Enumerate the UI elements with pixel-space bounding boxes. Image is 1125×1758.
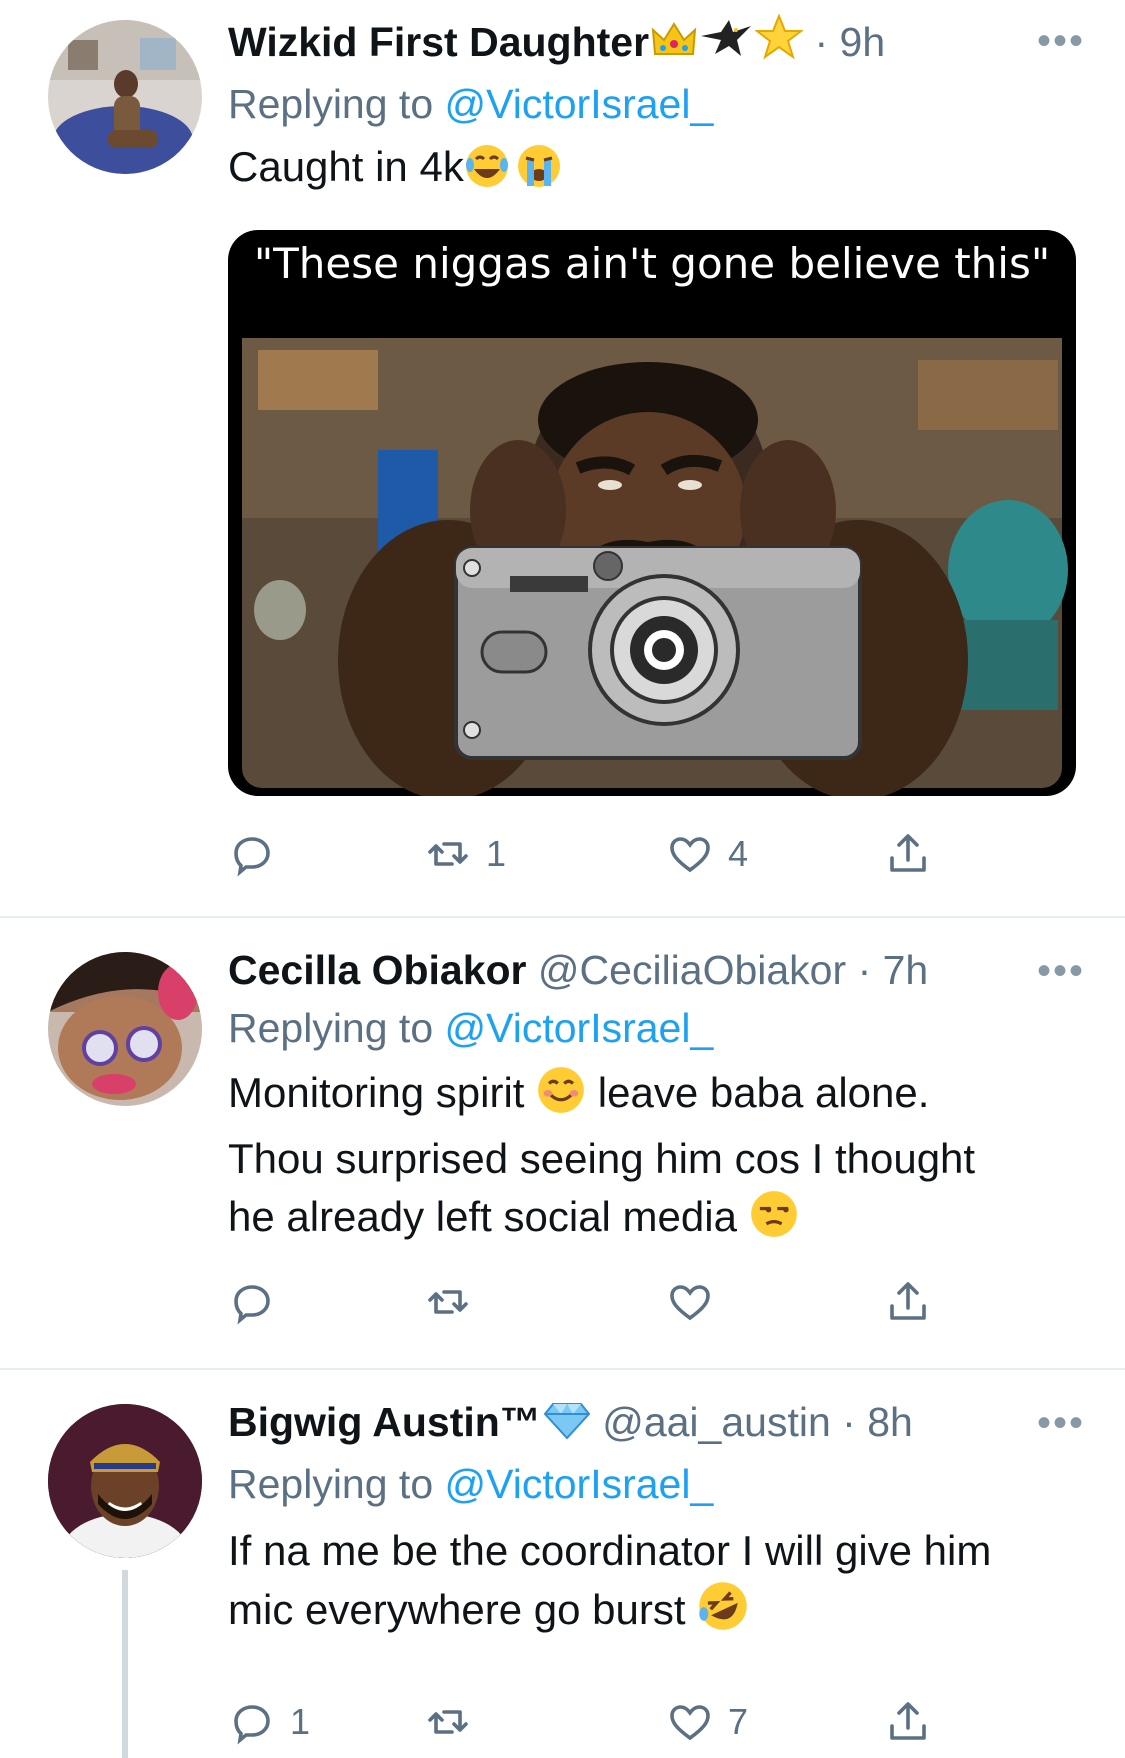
star-emoji-icon bbox=[754, 13, 805, 72]
reply-icon bbox=[234, 837, 270, 877]
tweet-header: Cecilla Obiakor @CeciliaObiakor · 7h bbox=[228, 944, 1085, 996]
avatar[interactable] bbox=[48, 20, 202, 174]
laughing-crying-emoji-icon bbox=[464, 143, 510, 204]
like-count: 7 bbox=[728, 1701, 749, 1742]
reply-button[interactable] bbox=[228, 826, 290, 882]
avatar[interactable] bbox=[48, 952, 202, 1106]
retweet-icon bbox=[428, 1710, 468, 1734]
retweet-icon bbox=[428, 842, 468, 866]
share-button[interactable] bbox=[884, 1274, 932, 1330]
heart-icon bbox=[670, 1285, 710, 1321]
replying-label: Replying to bbox=[228, 81, 434, 127]
reply-icon bbox=[234, 1705, 270, 1745]
smiling-face-emoji-icon bbox=[536, 1065, 586, 1130]
retweet-button[interactable] bbox=[424, 1694, 486, 1750]
share-button[interactable] bbox=[884, 1694, 932, 1750]
like-count: 4 bbox=[728, 833, 749, 874]
display-name[interactable]: Bigwig Austin™ bbox=[228, 1399, 541, 1445]
tweet-time[interactable]: · 7h bbox=[858, 947, 929, 993]
replying-label: Replying to bbox=[228, 1005, 434, 1051]
tweet-text-line: Thou surprised seeing him cos I thought bbox=[228, 1135, 976, 1182]
tweet-text-line: Monitoring spirit bbox=[228, 1069, 525, 1116]
reply-button[interactable] bbox=[228, 1274, 290, 1330]
tweet-text: Caught in 4k bbox=[228, 138, 1085, 204]
like-button[interactable] bbox=[666, 1274, 728, 1330]
tweet-text: If na me be the coordinator I will give … bbox=[228, 1522, 1085, 1647]
tweet-actions bbox=[228, 1274, 948, 1330]
handle[interactable]: @aai_austin bbox=[602, 1399, 831, 1445]
avatar[interactable] bbox=[48, 1404, 202, 1558]
heart-icon bbox=[670, 1705, 710, 1741]
like-button[interactable]: 7 bbox=[666, 1694, 748, 1750]
replying-mention-link[interactable]: @VictorIsrael_ bbox=[445, 1005, 714, 1051]
more-options-button[interactable]: ••• bbox=[1037, 21, 1085, 61]
like-button[interactable]: 4 bbox=[666, 826, 748, 882]
tweet-text-content: Caught in 4k bbox=[228, 143, 464, 190]
tweet-text-line: leave baba alone. bbox=[597, 1069, 930, 1116]
tweet-3[interactable]: Bigwig Austin™ @aai_austin · 8h Replying… bbox=[0, 1370, 1125, 1758]
replying-to: Replying to @VictorIsrael_ bbox=[228, 1458, 1085, 1510]
tweet-actions: 1 7 bbox=[228, 1694, 948, 1750]
more-options-button[interactable]: ••• bbox=[1037, 1403, 1085, 1443]
handle[interactable]: @CeciliaObiakor bbox=[538, 947, 846, 993]
share-button[interactable] bbox=[884, 826, 932, 882]
retweet-button[interactable]: 1 bbox=[424, 826, 506, 882]
more-options-button[interactable]: ••• bbox=[1037, 951, 1085, 991]
tweet-text-line: If na me be the coordinator I will give … bbox=[228, 1527, 992, 1574]
gem-emoji-icon bbox=[543, 1400, 591, 1452]
reply-button[interactable]: 1 bbox=[228, 1694, 310, 1750]
reply-icon bbox=[234, 1285, 270, 1325]
reply-count: 1 bbox=[290, 1701, 311, 1742]
retweet-button[interactable] bbox=[424, 1274, 486, 1330]
tweet-text-line: mic everywhere go burst bbox=[228, 1586, 686, 1633]
tweet-actions: 1 4 bbox=[228, 826, 948, 882]
tweet-text: Monitoring spirit leave baba alone. Thou… bbox=[228, 1064, 1085, 1254]
replying-mention-link[interactable]: @VictorIsrael_ bbox=[445, 1461, 714, 1507]
tweet-2[interactable]: Cecilla Obiakor @CeciliaObiakor · 7h Rep… bbox=[0, 918, 1125, 1366]
replying-label: Replying to bbox=[228, 1461, 434, 1507]
tweet-time[interactable]: · 8h bbox=[842, 1399, 913, 1445]
loudly-crying-emoji-icon bbox=[516, 143, 562, 204]
tweet-header: Wizkid First Daughter · 9h bbox=[228, 13, 1085, 72]
rolling-laughing-emoji-icon bbox=[697, 1580, 749, 1647]
retweet-count: 1 bbox=[486, 833, 507, 874]
share-icon bbox=[890, 834, 926, 872]
tweet-media-image[interactable]: "These niggas ain't gone believe this" bbox=[228, 230, 1076, 796]
tweet-1[interactable]: Wizkid First Daughter · 9h Replying to @… bbox=[0, 0, 1125, 910]
eagle-emoji-icon bbox=[699, 16, 753, 72]
tweet-header: Bigwig Austin™ @aai_austin · 8h bbox=[228, 1396, 1085, 1452]
replying-to: Replying to @VictorIsrael_ bbox=[228, 1002, 1085, 1054]
tweet-time[interactable]: · 9h bbox=[814, 19, 885, 65]
crown-emoji-icon bbox=[651, 20, 697, 72]
share-icon bbox=[890, 1282, 926, 1320]
display-name[interactable]: Wizkid First Daughter bbox=[228, 19, 649, 65]
replying-mention-link[interactable]: @VictorIsrael_ bbox=[445, 81, 714, 127]
heart-icon bbox=[670, 837, 710, 873]
tweet-text-line: he already left social media bbox=[228, 1193, 737, 1240]
display-name[interactable]: Cecilla Obiakor bbox=[228, 947, 527, 993]
replying-to: Replying to @VictorIsrael_ bbox=[228, 78, 1085, 130]
thread-connector bbox=[122, 1570, 128, 1758]
retweet-icon bbox=[428, 1290, 468, 1314]
unamused-face-emoji-icon bbox=[749, 1189, 799, 1254]
share-icon bbox=[890, 1702, 926, 1740]
